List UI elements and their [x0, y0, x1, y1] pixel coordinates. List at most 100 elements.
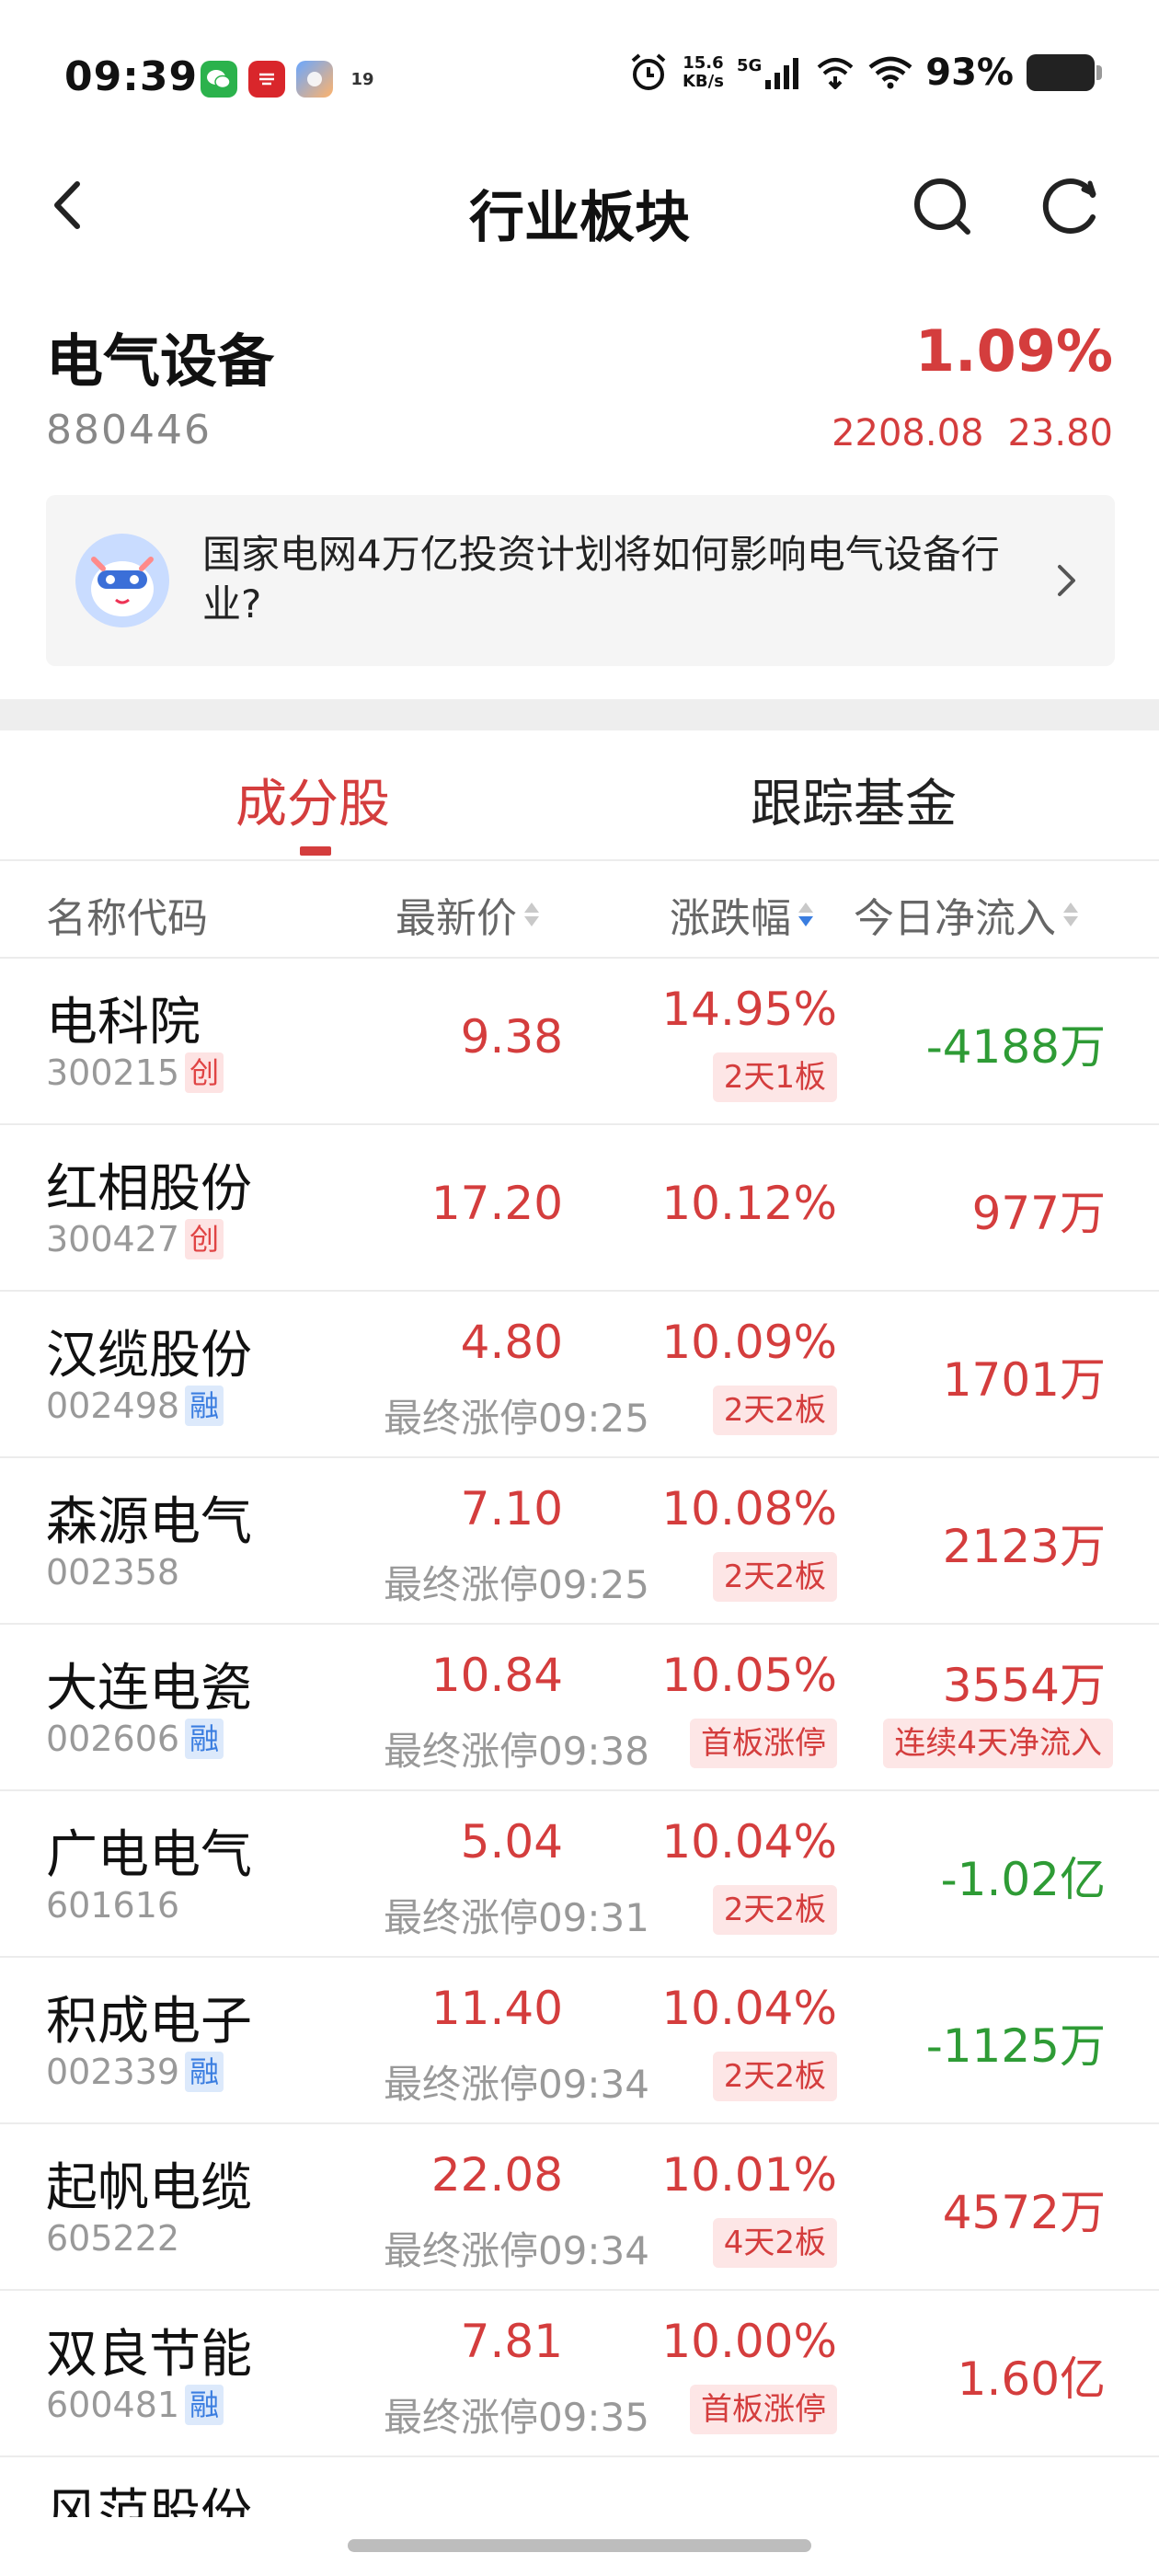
table-row[interactable]: 汉缆股份 002498 融 4.80 最终涨停09:25 10.09% 2天2板 … [0, 1292, 1159, 1458]
stock-name: 广电电气 [46, 1825, 252, 1885]
tab-tracking-funds[interactable]: 跟踪基金 [751, 763, 957, 837]
wifi-calling-icon [817, 58, 854, 89]
table-row[interactable]: 广电电气 601616 5.04 最终涨停09:31 10.04% 2天2板 -… [0, 1791, 1159, 1958]
sector-index-value: 2208.08 [832, 412, 984, 454]
stock-code-value: 300215 [46, 1052, 180, 1093]
table-row[interactable]: 电科院 300215 创 9.38 14.95% 2天1板 -4188万 [0, 959, 1159, 1125]
stock-price: 11.40 [430, 1982, 563, 2035]
table-row[interactable]: 森源电气 002358 7.10 最终涨停09:25 10.08% 2天2板 2… [0, 1458, 1159, 1625]
table-row[interactable]: 红相股份 300427 创 17.20 10.12% 977万 [0, 1125, 1159, 1292]
column-change-pct[interactable]: 涨跌幅 [670, 885, 813, 944]
page-title: 行业板块 [469, 186, 690, 250]
stock-code: 300215 创 [46, 1052, 224, 1093]
net-speed-value: 15.6 [683, 53, 724, 73]
stock-code: 002606 融 [46, 1719, 224, 1759]
net-inflow: -1125万 [925, 2019, 1106, 2073]
column-net-inflow[interactable]: 今日净流入 [854, 885, 1078, 944]
battery-icon [1027, 54, 1102, 91]
stock-code: 601616 [46, 1885, 179, 1926]
limit-up-time: 最终涨停09:34 [383, 2228, 649, 2273]
column-name-code: 名称代码 [46, 885, 208, 944]
stock-price: 17.20 [430, 1177, 563, 1230]
signal-icon [765, 58, 799, 89]
refresh-icon [1042, 178, 1096, 234]
stock-name: 风范股份 [46, 2484, 252, 2522]
limit-up-tag: 2天2板 [712, 1885, 837, 1935]
limit-up-tag: 2天1板 [712, 1052, 837, 1102]
limit-up-time: 最终涨停09:38 [383, 1729, 649, 1774]
stock-change-pct: 10.00% [661, 2315, 837, 2368]
stock-change-pct: 10.05% [661, 1649, 837, 1702]
limit-up-time: 最终涨停09:25 [383, 1562, 649, 1607]
limit-up-tag: 2天2板 [712, 1386, 837, 1435]
stock-code-value: 002339 [46, 2052, 180, 2092]
table-row[interactable]: 双良节能 600481 融 7.81 最终涨停09:35 10.00% 首板涨停 … [0, 2291, 1159, 2457]
table-row[interactable]: 风范股份 [0, 2457, 1159, 2522]
stock-price: 7.81 [460, 2315, 563, 2368]
stock-change-pct: 10.12% [661, 1177, 837, 1230]
stock-code-value: 601616 [46, 1885, 180, 1926]
section-separator [0, 699, 1159, 730]
stock-name: 起帆电缆 [46, 2158, 252, 2218]
calendar-icon: 19 [344, 61, 381, 98]
sort-icon [1063, 903, 1078, 926]
stock-price: 10.84 [430, 1649, 563, 1702]
stock-code-value: 300427 [46, 1219, 180, 1259]
table-row[interactable]: 起帆电缆 605222 22.08 最终涨停09:34 10.01% 4天2板 … [0, 2124, 1159, 2291]
stock-name: 大连电瓷 [46, 1659, 252, 1719]
sector-change-pct: 1.09% [914, 317, 1113, 385]
wifi-icon [868, 56, 912, 89]
stock-change-pct: 10.09% [661, 1316, 837, 1369]
stock-code-value: 600481 [46, 2385, 180, 2425]
stock-change-pct: 10.08% [661, 1482, 837, 1535]
limit-up-tag: 首板涨停 [690, 2385, 837, 2434]
alarm-icon [631, 53, 666, 90]
status-time: 09:39 [64, 53, 199, 100]
stock-code: 300427 创 [46, 1219, 224, 1259]
net-speed: 15.6 KB/s [683, 54, 724, 91]
assistant-avatar [75, 534, 169, 627]
column-latest-price[interactable]: 最新价 [396, 885, 539, 944]
column-net-inflow-label: 今日净流入 [854, 895, 1056, 942]
stock-name: 电科院 [46, 993, 201, 1052]
limit-up-time: 最终涨停09:34 [383, 2062, 649, 2107]
active-tab-indicator [300, 846, 331, 856]
margin-trading-badge: 融 [185, 2385, 224, 2425]
limit-up-time: 最终涨停09:31 [383, 1895, 649, 1940]
net-inflow: 4572万 [942, 2186, 1106, 2239]
search-button[interactable] [909, 173, 975, 239]
table-header: 名称代码 最新价 涨跌幅 今日净流入 [0, 861, 1159, 959]
sector-name: 电气设备 [46, 328, 275, 395]
tab-constituent-stocks[interactable]: 成分股 [235, 763, 390, 837]
status-bar: 09:39 19 15.6 KB/s 5G 93% [0, 0, 1159, 156]
status-indicators: 15.6 KB/s 5G 93% [627, 52, 1102, 94]
margin-trading-badge: 融 [185, 1719, 224, 1759]
network-type: 5G [736, 56, 763, 75]
stock-price: 4.80 [460, 1316, 563, 1369]
refresh-button[interactable] [1038, 173, 1104, 239]
margin-trading-badge: 融 [185, 1386, 224, 1426]
notification-icons: 19 [201, 61, 381, 98]
stock-name: 红相股份 [46, 1159, 252, 1219]
stock-name: 积成电子 [46, 1992, 252, 2052]
stock-code: 002358 [46, 1552, 179, 1593]
table-row[interactable]: 积成电子 002339 融 11.40 最终涨停09:34 10.04% 2天2板… [0, 1958, 1159, 2124]
stock-code: 600481 融 [46, 2385, 224, 2425]
sector-change-value: 23.80 [1007, 412, 1113, 454]
limit-up-time: 最终涨停09:25 [383, 1396, 649, 1441]
signal-group: 5G [737, 56, 802, 89]
stock-code-value: 605222 [46, 2218, 180, 2259]
net-inflow: 977万 [971, 1187, 1106, 1240]
stock-price: 5.04 [460, 1815, 563, 1869]
stock-change-pct: 10.04% [661, 1815, 837, 1869]
ai-question-card[interactable]: 国家电网4万亿投资计划将如何影响电气设备行业? [46, 495, 1115, 666]
net-inflow: 3554万 [942, 1659, 1106, 1712]
margin-trading-badge: 融 [185, 2052, 224, 2092]
stock-name: 双良节能 [46, 2325, 252, 2385]
stock-code-value: 002358 [46, 1552, 180, 1593]
limit-up-time: 最终涨停09:35 [383, 2395, 649, 2440]
home-indicator[interactable] [348, 2539, 811, 2552]
column-latest-price-label: 最新价 [396, 895, 517, 942]
table-row[interactable]: 大连电瓷 002606 融 10.84 最终涨停09:38 10.05% 首板涨停… [0, 1625, 1159, 1791]
column-name-code-label: 名称代码 [46, 895, 208, 942]
